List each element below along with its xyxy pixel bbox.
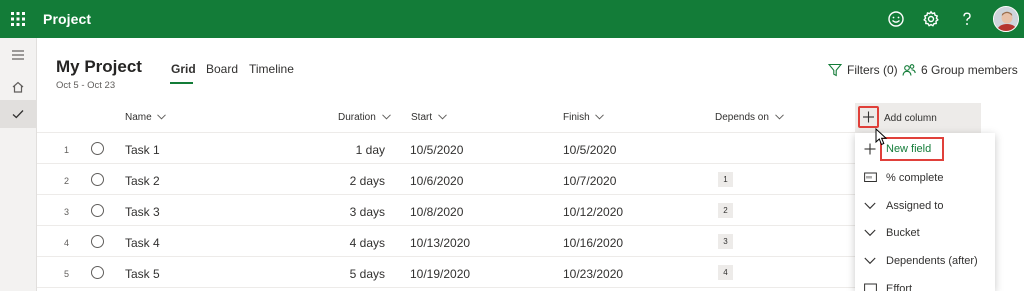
complete-task-checkbox[interactable] xyxy=(91,173,104,186)
active-tab-indicator xyxy=(170,82,193,84)
task-finish[interactable]: 10/7/2020 xyxy=(563,174,616,188)
plus-icon xyxy=(863,111,874,123)
row-number: 2 xyxy=(64,176,70,186)
task-name[interactable]: Task 3 xyxy=(125,205,160,219)
menu-item-percent-complete[interactable]: % complete xyxy=(855,164,995,192)
hamburger-icon xyxy=(12,50,24,60)
column-header-finish[interactable]: Finish xyxy=(563,112,605,123)
chevron-down-icon xyxy=(864,257,876,265)
menu-item-bucket[interactable]: Bucket xyxy=(855,219,995,247)
chevron-down-icon xyxy=(595,114,605,120)
task-duration[interactable]: 2 days xyxy=(350,174,385,188)
menu-item-label: Dependents (after) xyxy=(886,255,978,267)
table-row[interactable]: 4 Task 4 4 days 10/13/2020 10/16/2020 3 xyxy=(37,227,855,257)
add-column-highlight xyxy=(858,106,879,128)
table-row[interactable]: 2 Task 2 2 days 10/6/2020 10/7/2020 1 xyxy=(37,165,855,195)
menu-item-assigned-to[interactable]: Assigned to xyxy=(855,192,995,220)
dependency-badge[interactable]: 2 xyxy=(718,203,733,218)
smiley-icon[interactable] xyxy=(887,10,905,28)
number-field-icon xyxy=(864,283,877,291)
left-rail xyxy=(0,38,37,291)
menu-item-label: Assigned to xyxy=(886,200,944,212)
filter-icon[interactable] xyxy=(828,63,842,77)
column-header-depends-on[interactable]: Depends on xyxy=(715,112,784,123)
task-duration[interactable]: 4 days xyxy=(350,236,385,250)
tab-timeline[interactable]: Timeline xyxy=(249,62,294,76)
app-launcher-icon[interactable] xyxy=(10,11,26,27)
task-start[interactable]: 10/5/2020 xyxy=(410,143,463,157)
complete-task-checkbox[interactable] xyxy=(91,266,104,279)
hamburger-menu-button[interactable] xyxy=(0,41,37,69)
column-start-label: Start xyxy=(411,112,433,123)
number-field-icon xyxy=(864,172,877,182)
menu-item-dependents-after[interactable]: Dependents (after) xyxy=(855,247,995,275)
my-tasks-button[interactable] xyxy=(0,100,37,128)
group-members-icon[interactable] xyxy=(902,63,916,77)
mouse-cursor-icon xyxy=(875,128,888,146)
task-duration[interactable]: 3 days xyxy=(350,205,385,219)
dependency-badge[interactable]: 4 xyxy=(718,265,733,280)
complete-task-checkbox[interactable] xyxy=(91,235,104,248)
home-button[interactable] xyxy=(0,73,37,101)
column-name-label: Name xyxy=(125,112,152,123)
table-row[interactable]: 1 Task 1 1 day 10/5/2020 10/5/2020 xyxy=(37,134,855,164)
column-duration-label: Duration xyxy=(338,112,376,123)
tab-board[interactable]: Board xyxy=(206,62,238,76)
task-name[interactable]: Task 4 xyxy=(125,236,160,250)
chevron-down-icon xyxy=(438,114,447,120)
tab-grid[interactable]: Grid xyxy=(171,62,196,76)
add-column-label[interactable]: Add column xyxy=(884,113,937,124)
row-number: 1 xyxy=(64,145,70,155)
column-header-start[interactable]: Start xyxy=(411,112,447,123)
task-duration[interactable]: 5 days xyxy=(350,267,385,281)
home-icon xyxy=(12,81,24,93)
task-finish[interactable]: 10/5/2020 xyxy=(563,143,616,157)
task-name[interactable]: Task 1 xyxy=(125,143,160,157)
project-title: My Project xyxy=(56,57,142,76)
complete-task-checkbox[interactable] xyxy=(91,204,104,217)
column-finish-label: Finish xyxy=(563,112,590,123)
avatar[interactable] xyxy=(993,6,1019,32)
table-row[interactable]: 3 Task 3 3 days 10/8/2020 10/12/2020 2 xyxy=(37,196,855,226)
menu-item-label: % complete xyxy=(886,172,944,184)
app-header-bar: Project xyxy=(0,0,1024,38)
task-duration[interactable]: 1 day xyxy=(356,143,385,157)
header-divider xyxy=(37,132,855,133)
check-icon xyxy=(12,110,24,119)
project-dates: Oct 5 - Oct 23 xyxy=(56,80,116,91)
chevron-down-icon xyxy=(381,114,391,120)
group-members-button[interactable]: 6 Group members xyxy=(921,63,1018,77)
new-field-highlight xyxy=(880,137,944,161)
menu-item-label: Effort xyxy=(886,283,913,291)
task-name[interactable]: Task 5 xyxy=(125,267,160,281)
task-start[interactable]: 10/13/2020 xyxy=(410,236,470,250)
column-depends-on-label: Depends on xyxy=(715,112,769,123)
task-name[interactable]: Task 2 xyxy=(125,174,160,188)
task-start[interactable]: 10/6/2020 xyxy=(410,174,463,188)
task-start[interactable]: 10/8/2020 xyxy=(410,205,463,219)
column-header-duration[interactable]: Duration xyxy=(338,112,391,123)
chevron-down-icon xyxy=(864,202,876,210)
chevron-down-icon xyxy=(864,229,876,237)
task-finish[interactable]: 10/23/2020 xyxy=(563,267,623,281)
row-number: 3 xyxy=(64,207,70,217)
menu-item-effort[interactable]: Effort xyxy=(855,275,995,291)
menu-item-label: Bucket xyxy=(886,227,920,239)
dependency-badge[interactable]: 3 xyxy=(718,234,733,249)
help-icon[interactable] xyxy=(958,10,976,28)
chevron-down-icon xyxy=(774,114,784,120)
gear-icon[interactable] xyxy=(922,10,940,28)
complete-task-checkbox[interactable] xyxy=(91,142,104,155)
task-finish[interactable]: 10/12/2020 xyxy=(563,205,623,219)
dependency-badge[interactable]: 1 xyxy=(718,172,733,187)
filters-button[interactable]: Filters (0) xyxy=(847,63,898,77)
task-finish[interactable]: 10/16/2020 xyxy=(563,236,623,250)
row-number: 5 xyxy=(64,269,70,279)
row-number: 4 xyxy=(64,238,70,248)
task-start[interactable]: 10/19/2020 xyxy=(410,267,470,281)
chevron-down-icon xyxy=(157,114,167,120)
column-header-name[interactable]: Name xyxy=(125,112,167,123)
app-title[interactable]: Project xyxy=(43,11,91,27)
table-row[interactable]: 5 Task 5 5 days 10/19/2020 10/23/2020 4 xyxy=(37,258,855,288)
